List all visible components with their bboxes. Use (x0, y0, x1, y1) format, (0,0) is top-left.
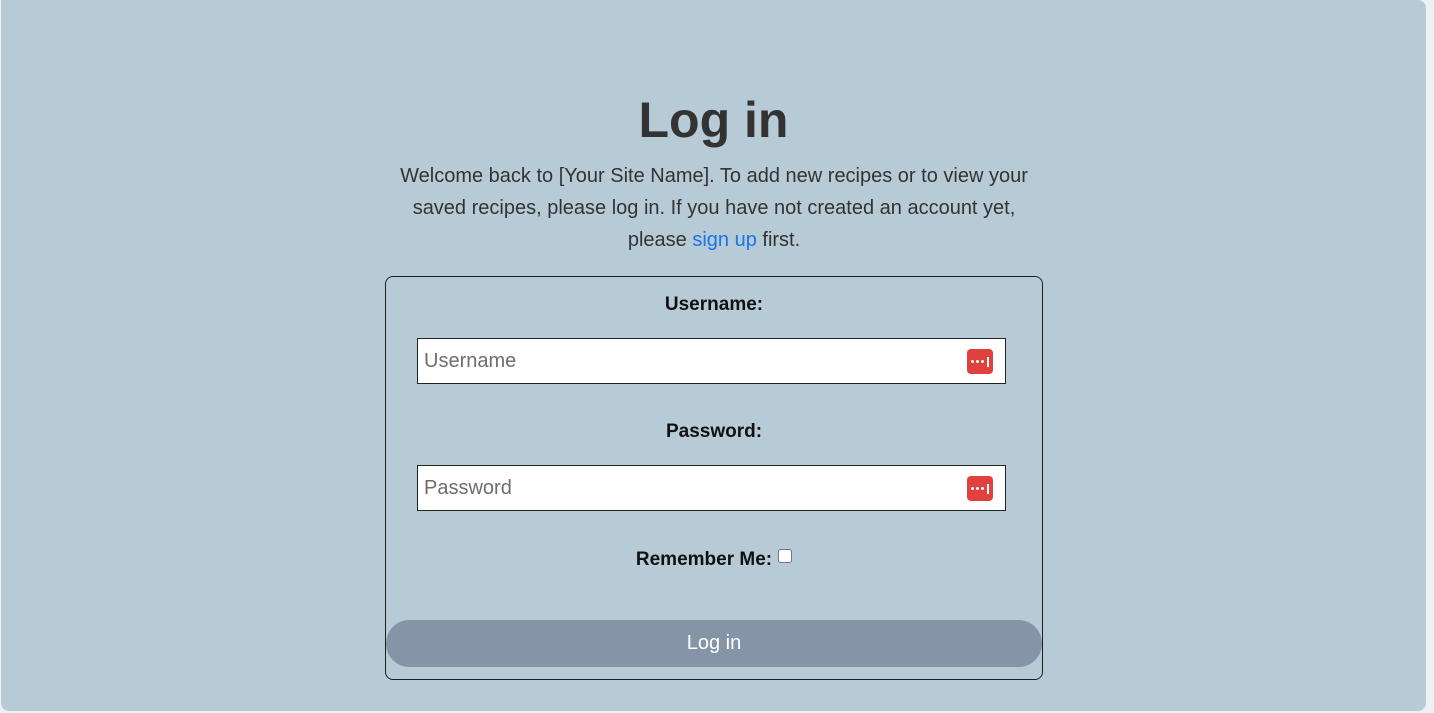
password-label: Password: (665, 421, 763, 442)
page-title: Log in (638, 92, 789, 148)
password-field-wrapper (417, 465, 1006, 511)
page-container: Log in Welcome back to [Your Site Name].… (1, 0, 1426, 711)
password-input[interactable] (418, 466, 1005, 510)
intro-text: Welcome back to [Your Site Name]. To add… (393, 160, 1035, 256)
password-manager-icon[interactable] (967, 349, 993, 374)
login-form: Username: Password: Remember Me: Log in (385, 276, 1043, 680)
sign-up-link[interactable]: sign up (692, 229, 757, 251)
remember-me-row: Remember Me: (386, 549, 1042, 571)
username-input[interactable] (418, 339, 1005, 383)
username-label: Username: (664, 294, 764, 315)
remember-me-label: Remember Me: (635, 549, 773, 570)
username-field-wrapper (417, 338, 1006, 384)
log-in-button[interactable]: Log in (386, 620, 1042, 667)
intro-text-after-link: first. (756, 229, 801, 251)
password-manager-icon[interactable] (967, 476, 993, 501)
remember-me-checkbox[interactable] (778, 549, 793, 563)
